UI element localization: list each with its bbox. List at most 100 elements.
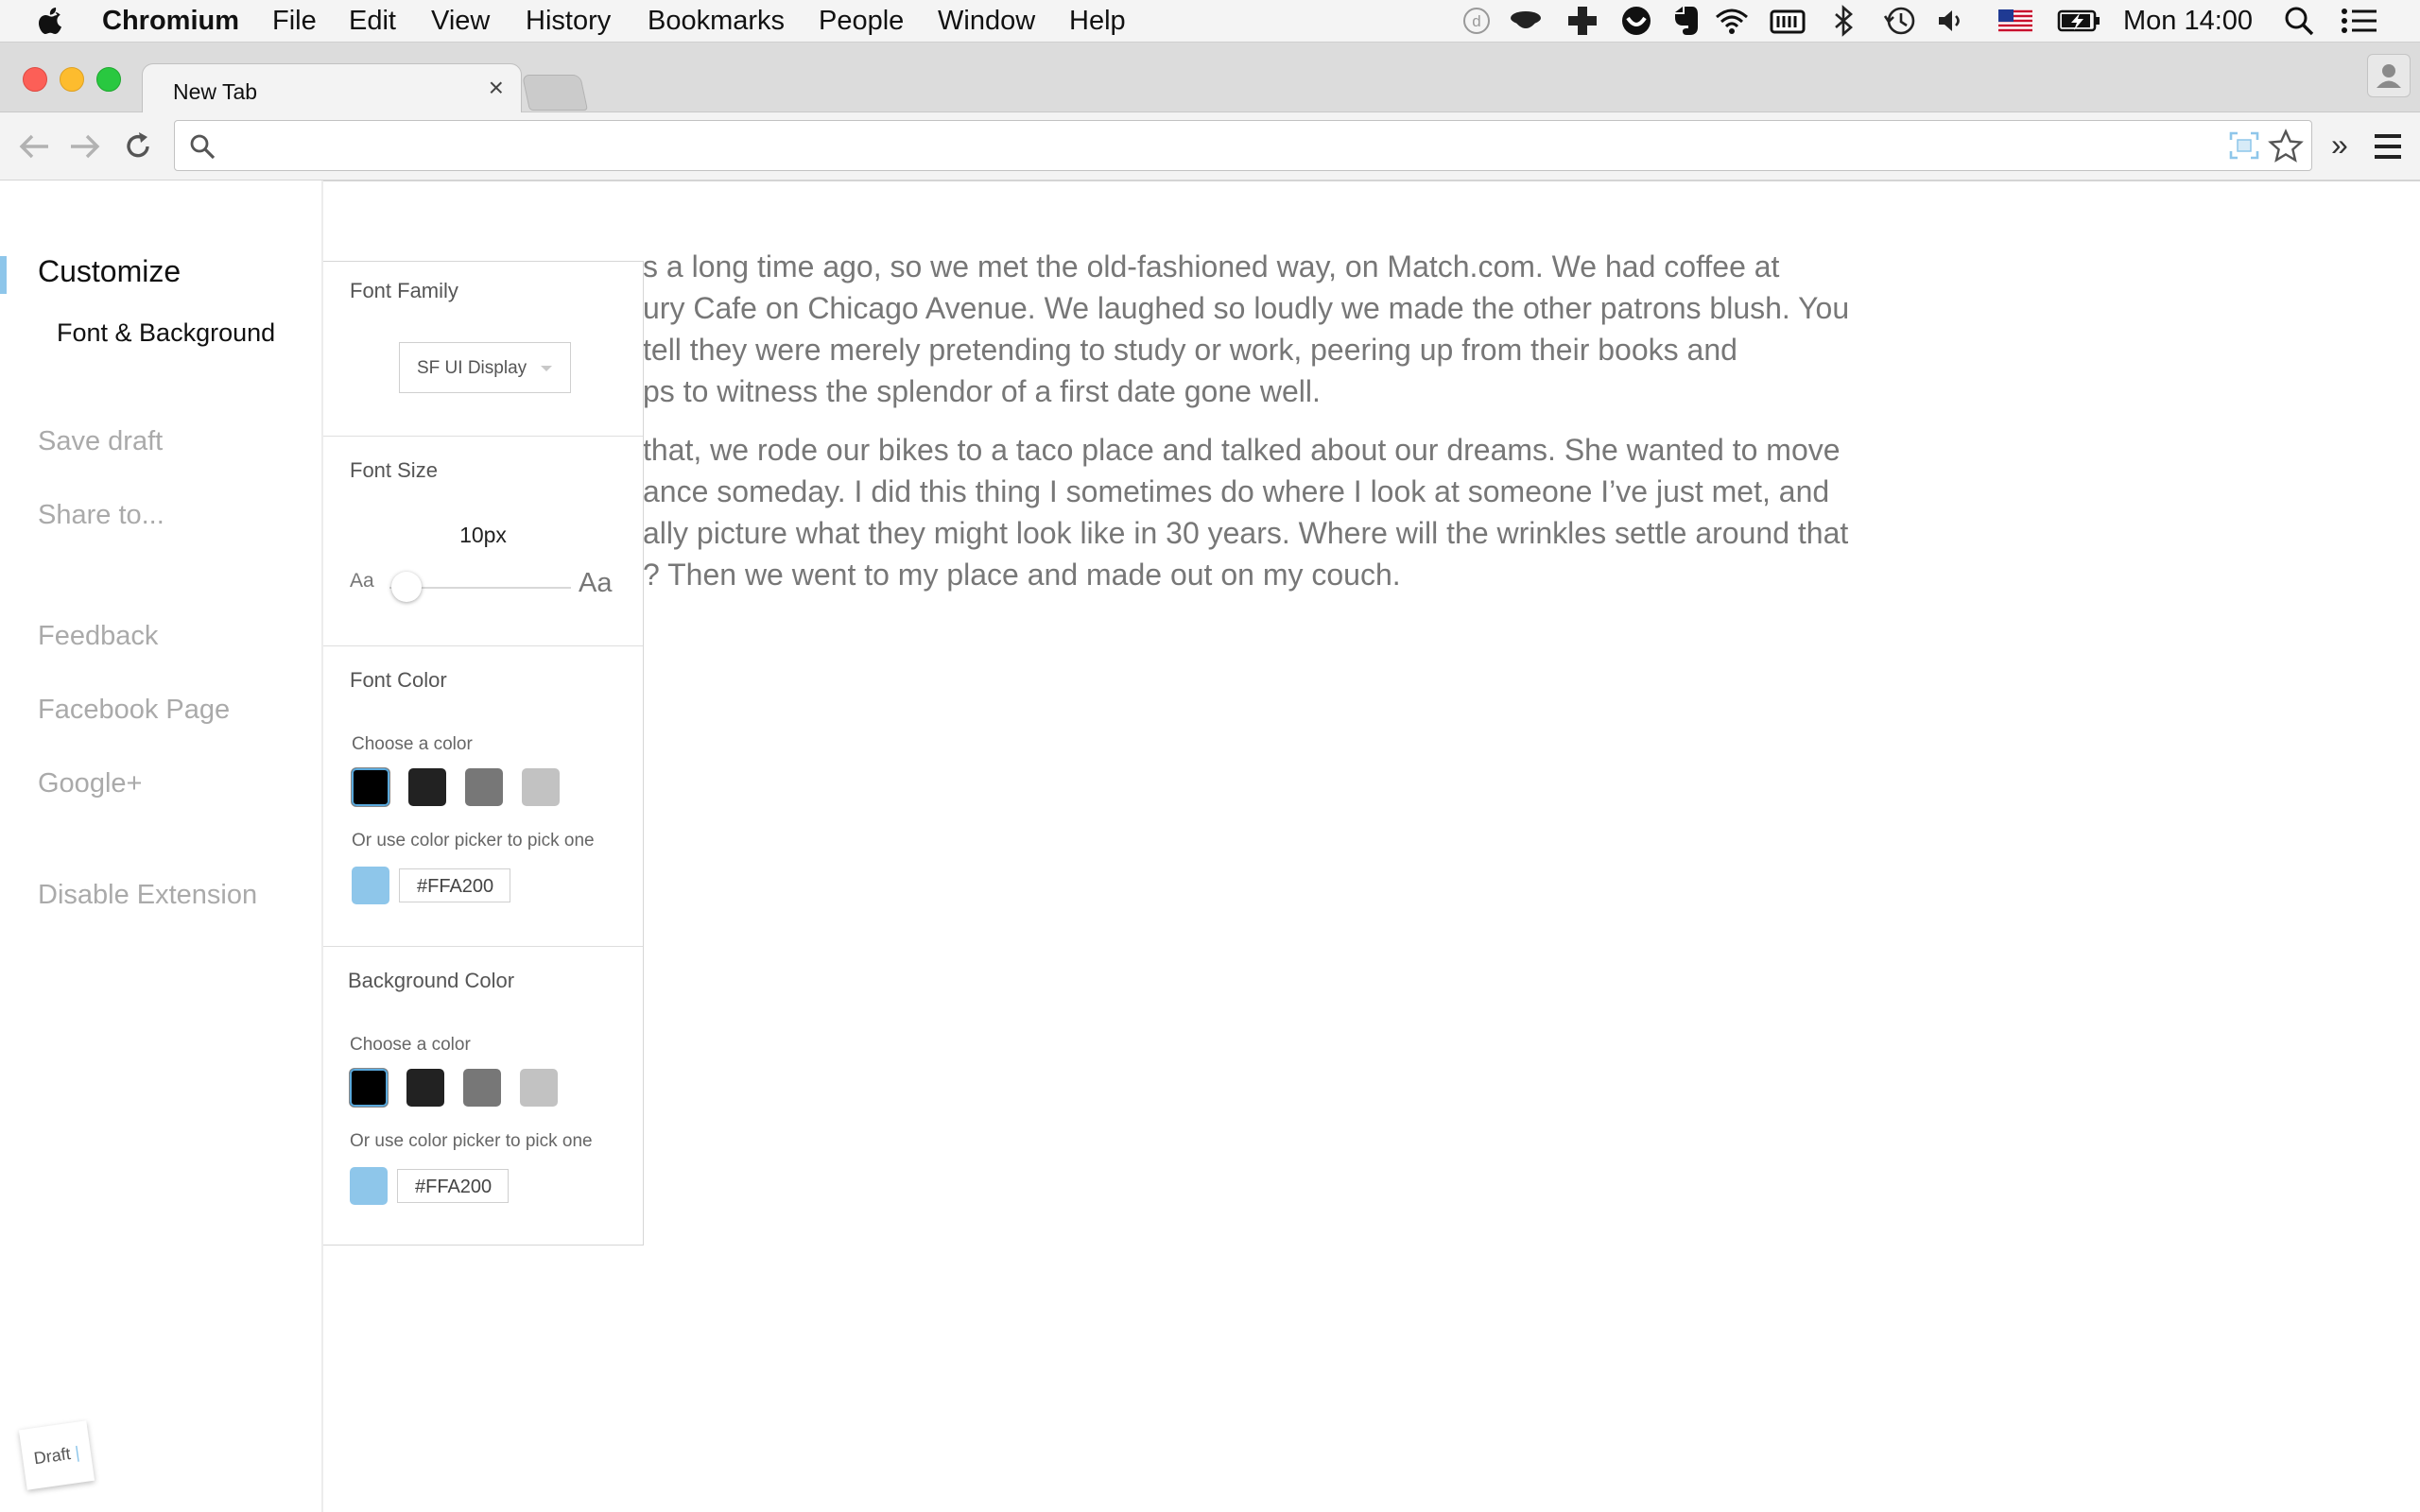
menu-help[interactable]: Help: [1069, 0, 1126, 42]
reload-icon: [127, 132, 149, 158]
circle-check-icon[interactable]: [1619, 0, 1653, 42]
text-cursor-icon: |: [69, 1442, 81, 1463]
article-text: s a long time ago, so we met the old-fas…: [643, 246, 1872, 612]
menu-edit[interactable]: Edit: [349, 0, 396, 42]
menu-window[interactable]: Window: [938, 0, 1035, 42]
sidebar-item-font-background[interactable]: Font & Background: [57, 318, 275, 348]
article-line: ? Then we went to my place and made out …: [643, 558, 1401, 592]
article-line: ally picture what they might look like i…: [643, 516, 1849, 550]
menubar-clock[interactable]: Mon 14:00: [2123, 0, 2253, 42]
font-family-select[interactable]: SF UI Display: [399, 342, 571, 393]
us-flag-input-icon[interactable]: [1996, 0, 2034, 42]
menu-history[interactable]: History: [526, 0, 611, 42]
evernote-elephant-icon[interactable]: [1668, 0, 1702, 42]
menu-file[interactable]: File: [272, 0, 317, 42]
font-color-picker-swatch[interactable]: [352, 867, 389, 904]
background-color-swatch-black[interactable]: [350, 1069, 388, 1107]
background-color-swatch-dark-gray[interactable]: [406, 1069, 444, 1107]
font-background-panel: Font Family SF UI Display Font Size 10px…: [323, 261, 644, 1246]
person-icon: [2377, 64, 2401, 88]
disable-extension-link[interactable]: Disable Extension: [38, 880, 257, 911]
font-size-title: Font Size: [350, 458, 438, 482]
menu-people[interactable]: People: [819, 0, 904, 42]
window-close-button[interactable]: [23, 67, 47, 92]
notification-center-icon[interactable]: [2339, 0, 2380, 42]
google-plus-link[interactable]: Google+: [38, 768, 142, 799]
background-color-picker-swatch[interactable]: [350, 1167, 388, 1205]
font-size-slider-thumb[interactable]: [390, 572, 422, 602]
profile-avatar-button[interactable]: [2367, 54, 2411, 97]
wifi-icon[interactable]: [1713, 0, 1751, 42]
volume-icon[interactable]: [1934, 0, 1968, 42]
apple-menu-icon[interactable]: [36, 2, 64, 43]
time-machine-icon[interactable]: [1881, 0, 1919, 42]
font-family-section: Font Family SF UI Display: [323, 262, 643, 437]
background-color-swatch-gray[interactable]: [463, 1069, 501, 1107]
menu-bar: Chromium File Edit View History Bookmark…: [0, 0, 2420, 43]
coffee-cup-icon[interactable]: [1509, 0, 1543, 42]
sidebar-heading-customize[interactable]: Customize: [38, 254, 181, 289]
draft-badge-label: Draft: [32, 1444, 72, 1469]
save-draft-link[interactable]: Save draft: [38, 426, 163, 457]
menu-bookmarks[interactable]: Bookmarks: [648, 0, 785, 42]
back-button[interactable]: [15, 128, 53, 165]
app-name-menu[interactable]: Chromium: [102, 0, 239, 42]
background-color-picker-hint: Or use color picker to pick one: [350, 1131, 593, 1151]
font-color-swatch-gray[interactable]: [465, 768, 503, 806]
article-line: ps to witness the splendor of a first da…: [643, 374, 1321, 408]
battery-charging-icon[interactable]: [2057, 0, 2102, 42]
screen-capture-icon[interactable]: [2228, 130, 2260, 161]
font-family-title: Font Family: [350, 279, 458, 302]
article-line: s a long time ago, so we met the old-fas…: [643, 249, 1780, 284]
chevron-down-icon: [541, 366, 552, 371]
facebook-page-link[interactable]: Facebook Page: [38, 695, 230, 726]
font-size-max-label: Aa: [579, 568, 613, 598]
bluetooth-icon[interactable]: [1828, 0, 1858, 42]
hamburger-menu-icon: [2375, 134, 2401, 159]
background-color-title: Background Color: [348, 969, 515, 992]
plus-cross-icon[interactable]: [1565, 0, 1599, 42]
forward-button[interactable]: [66, 128, 104, 165]
background-color-swatch-light-gray[interactable]: [520, 1069, 558, 1107]
extensions-overflow-icon[interactable]: »: [2331, 126, 2348, 163]
font-color-section: Font Color Choose a color Or use color p…: [323, 645, 643, 947]
window-zoom-button[interactable]: [96, 67, 121, 92]
spotlight-search-icon[interactable]: [2280, 0, 2318, 42]
address-bar[interactable]: [174, 120, 2312, 171]
font-size-section: Font Size 10px Aa Aa: [323, 436, 643, 646]
font-size-value: 10px: [459, 523, 507, 547]
font-color-swatch-dark-gray[interactable]: [408, 768, 446, 806]
background-color-hex-input[interactable]: #FFA200: [397, 1169, 509, 1203]
feedback-link[interactable]: Feedback: [38, 621, 158, 652]
memory-chip-icon[interactable]: [1770, 0, 1806, 42]
chrome-menu-button[interactable]: [2369, 128, 2407, 165]
tab-strip: New Tab ×: [0, 43, 2420, 113]
browser-toolbar: »: [0, 112, 2420, 181]
font-color-swatch-light-gray[interactable]: [522, 768, 560, 806]
address-input[interactable]: [232, 127, 2164, 164]
article-paragraph: that, we rode our bikes to a taco place …: [643, 429, 1872, 595]
dash-app-icon[interactable]: d: [1461, 0, 1492, 42]
new-tab-button[interactable]: [521, 75, 589, 111]
font-color-picker-hint: Or use color picker to pick one: [352, 831, 595, 850]
background-color-choose-label: Choose a color: [350, 1035, 471, 1055]
font-color-swatch-black[interactable]: [352, 768, 389, 806]
tab-close-icon[interactable]: ×: [489, 74, 504, 102]
window-minimize-button[interactable]: [60, 67, 84, 92]
reload-button[interactable]: [119, 128, 157, 165]
share-to-link[interactable]: Share to...: [38, 500, 164, 531]
draft-badge[interactable]: Draft |: [18, 1420, 95, 1490]
tab-title: New Tab: [173, 79, 258, 104]
article-line: that, we rode our bikes to a taco place …: [643, 433, 1841, 467]
article-line: ury Cafe on Chicago Avenue. We laughed s…: [643, 291, 1850, 325]
font-color-hex-input[interactable]: #FFA200: [399, 868, 510, 902]
forward-arrow-icon: [71, 134, 100, 159]
bookmark-star-icon[interactable]: [2268, 129, 2304, 163]
article-paragraph: s a long time ago, so we met the old-fas…: [643, 246, 1872, 412]
background-color-section: Background Color Choose a color Or use c…: [323, 946, 643, 1245]
active-section-indicator: [0, 256, 7, 294]
font-size-min-label: Aa: [350, 570, 374, 592]
menu-view[interactable]: View: [431, 0, 490, 42]
font-color-choose-label: Choose a color: [352, 734, 473, 754]
tab-new-tab[interactable]: New Tab ×: [142, 63, 522, 113]
